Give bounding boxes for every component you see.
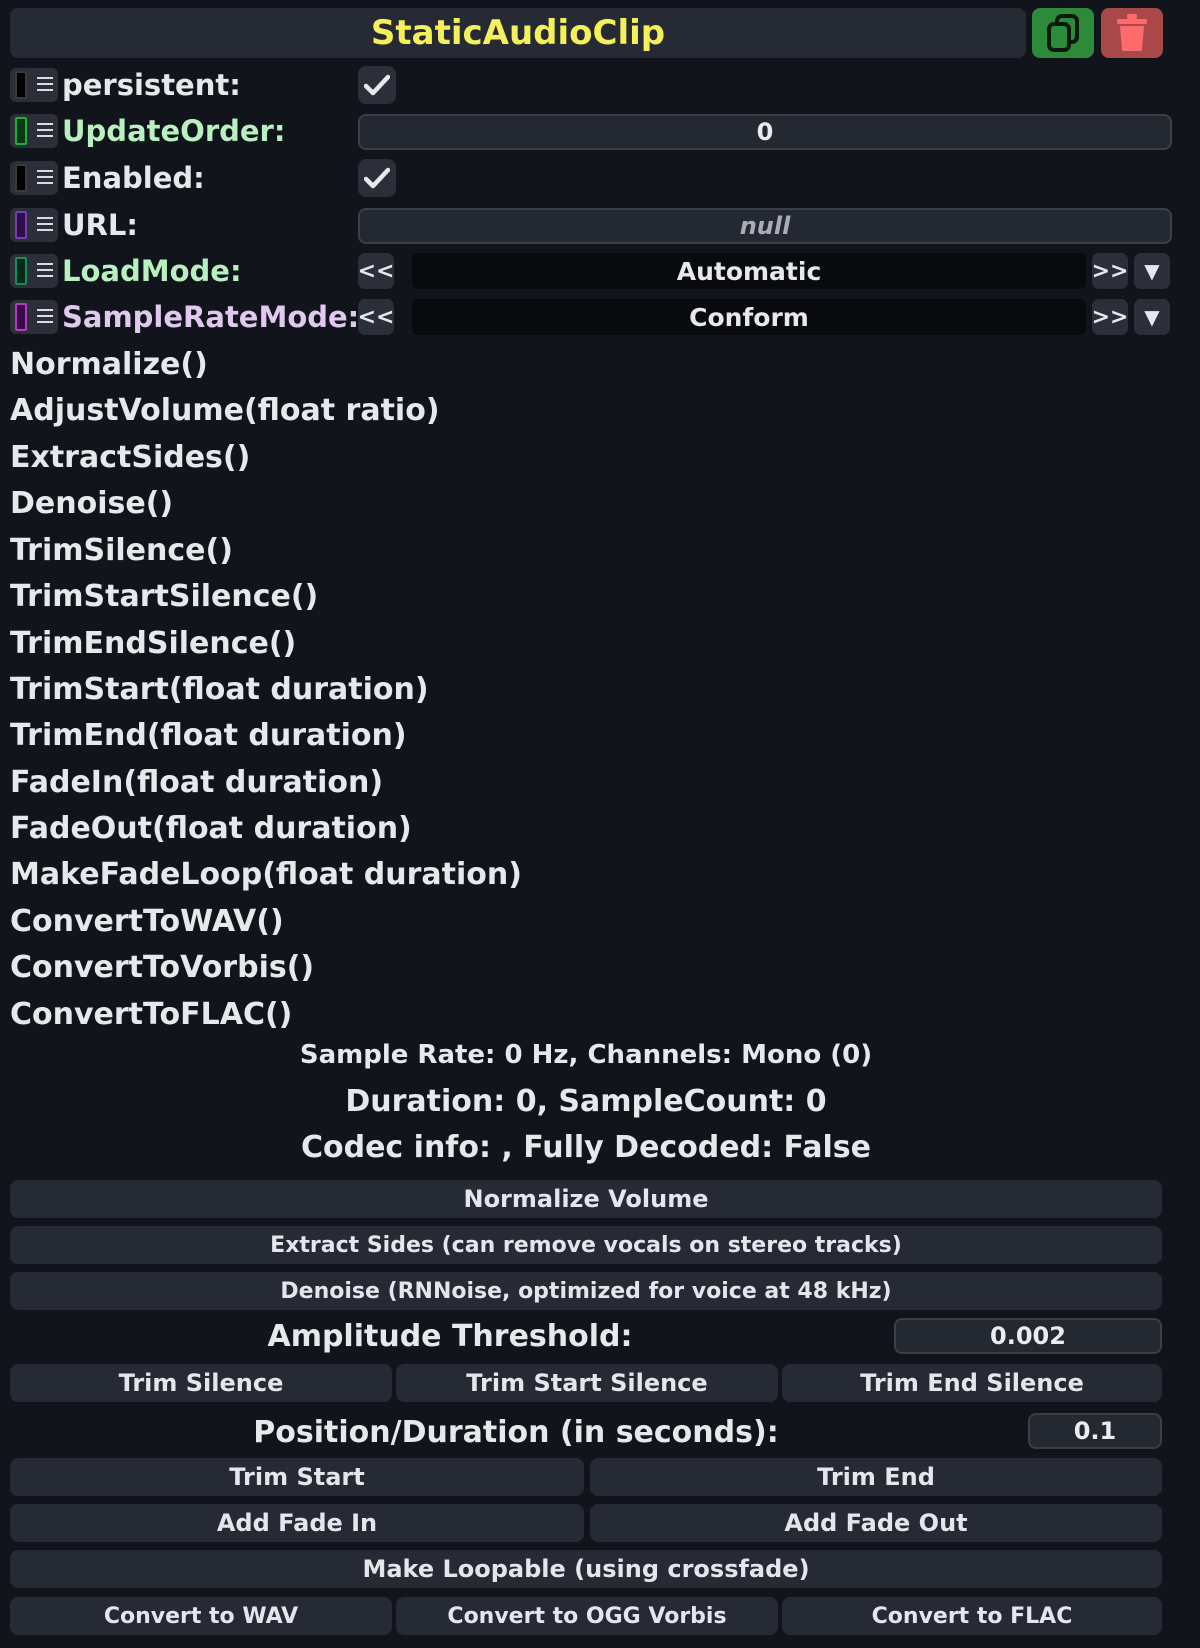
method-normalize[interactable]: Normalize()	[10, 344, 208, 384]
property-label: SampleRateMode:	[62, 300, 360, 334]
property-row-updateorder: UpdateOrder: 0	[10, 110, 1172, 152]
type-swatch	[15, 257, 27, 285]
amplitude-threshold-input[interactable]: 0.002	[894, 1318, 1162, 1354]
menu-icon	[37, 170, 53, 186]
method-denoise[interactable]: Denoise()	[10, 483, 173, 523]
property-row-persistent: persistent:	[10, 64, 1162, 106]
normalize-volume-button[interactable]: Normalize Volume	[10, 1180, 1162, 1218]
trim-end-button[interactable]: Trim End	[590, 1458, 1162, 1496]
delete-button[interactable]	[1101, 8, 1163, 58]
duplicate-button[interactable]	[1032, 8, 1094, 58]
method-extractsides[interactable]: ExtractSides()	[10, 437, 250, 477]
property-label: URL:	[62, 208, 138, 242]
method-fadeout[interactable]: FadeOut(float duration)	[10, 808, 412, 848]
property-label: Enabled:	[62, 161, 205, 195]
method-trimend[interactable]: TrimEnd(float duration)	[10, 715, 407, 755]
method-trimstartsilence[interactable]: TrimStartSilence()	[10, 576, 318, 616]
menu-icon	[37, 263, 53, 279]
menu-icon	[37, 123, 53, 139]
enabled-checkbox[interactable]	[358, 159, 396, 197]
info-duration: Duration: 0, SampleCount: 0	[345, 1084, 827, 1119]
sampleratemode-value[interactable]: Conform	[412, 299, 1086, 335]
copy-icon	[1047, 14, 1079, 52]
method-converttoflac[interactable]: ConvertToFLAC()	[10, 994, 292, 1034]
add-fade-out-button[interactable]: Add Fade Out	[590, 1504, 1162, 1542]
extract-sides-button[interactable]: Extract Sides (can remove vocals on ster…	[10, 1226, 1162, 1264]
add-fade-in-button[interactable]: Add Fade In	[10, 1504, 584, 1542]
position-duration-input[interactable]: 0.1	[1028, 1413, 1162, 1449]
checkmark-icon	[364, 74, 390, 96]
trash-icon	[1117, 14, 1147, 51]
position-duration-label: Position/Duration (in seconds):	[253, 1414, 779, 1450]
amplitude-threshold-label: Amplitude Threshold:	[267, 1318, 633, 1354]
drag-handle[interactable]	[10, 68, 58, 102]
url-input[interactable]: null	[358, 208, 1172, 244]
convert-flac-button[interactable]: Convert to FLAC	[782, 1597, 1162, 1635]
method-trimstart[interactable]: TrimStart(float duration)	[10, 669, 429, 709]
property-row-enabled: Enabled:	[10, 157, 1162, 199]
persistent-checkbox[interactable]	[358, 66, 396, 104]
property-label: persistent:	[62, 68, 241, 102]
info-codec: Codec info: , Fully Decoded: False	[300, 1130, 872, 1165]
convert-ogg-button[interactable]: Convert to OGG Vorbis	[396, 1597, 778, 1635]
loadmode-next-button[interactable]: >>	[1092, 253, 1128, 289]
loadmode-prev-button[interactable]: <<	[358, 253, 394, 289]
updateorder-input[interactable]: 0	[358, 114, 1172, 150]
method-fadein[interactable]: FadeIn(float duration)	[10, 762, 383, 802]
drag-handle[interactable]	[10, 254, 58, 288]
method-trimendsilence[interactable]: TrimEndSilence()	[10, 623, 296, 663]
method-converttowav[interactable]: ConvertToWAV()	[10, 901, 284, 941]
sampleratemode-dropdown-button[interactable]: ▼	[1134, 299, 1170, 335]
property-label: LoadMode:	[62, 254, 242, 288]
menu-icon	[37, 309, 53, 325]
property-row-loadmode: LoadMode: << Automatic >> ▼	[10, 250, 1170, 292]
trim-start-button[interactable]: Trim Start	[10, 1458, 584, 1496]
type-swatch	[15, 164, 27, 192]
drag-handle[interactable]	[10, 114, 58, 148]
denoise-button[interactable]: Denoise (RNNoise, optimized for voice at…	[10, 1272, 1162, 1310]
drag-handle[interactable]	[10, 300, 58, 334]
drag-handle[interactable]	[10, 161, 58, 195]
property-row-sampleratemode: SampleRateMode: << Conform >> ▼	[10, 296, 1170, 338]
trim-silence-button[interactable]: Trim Silence	[10, 1364, 392, 1402]
menu-icon	[37, 77, 53, 93]
method-makefadeloop[interactable]: MakeFadeLoop(float duration)	[10, 854, 522, 894]
trim-start-silence-button[interactable]: Trim Start Silence	[396, 1364, 778, 1402]
loadmode-value[interactable]: Automatic	[412, 253, 1086, 289]
convert-wav-button[interactable]: Convert to WAV	[10, 1597, 392, 1635]
type-swatch	[15, 303, 27, 331]
trim-end-silence-button[interactable]: Trim End Silence	[782, 1364, 1162, 1402]
sampleratemode-next-button[interactable]: >>	[1092, 299, 1128, 335]
property-row-url: URL: null	[10, 204, 1172, 246]
type-swatch	[15, 211, 27, 239]
make-loopable-button[interactable]: Make Loopable (using crossfade)	[10, 1550, 1162, 1588]
method-converttovorbis[interactable]: ConvertToVorbis()	[10, 947, 314, 987]
type-swatch	[15, 71, 27, 99]
sampleratemode-prev-button[interactable]: <<	[358, 299, 394, 335]
loadmode-dropdown-button[interactable]: ▼	[1134, 253, 1170, 289]
method-trimsilence[interactable]: TrimSilence()	[10, 530, 233, 570]
info-sample-rate: Sample Rate: 0 Hz, Channels: Mono (0)	[299, 1040, 873, 1070]
method-adjustvolume[interactable]: AdjustVolume(float ratio)	[10, 390, 440, 430]
drag-handle[interactable]	[10, 208, 58, 242]
property-label: UpdateOrder:	[62, 114, 286, 148]
menu-icon	[37, 217, 53, 233]
type-swatch	[15, 117, 27, 145]
checkmark-icon	[364, 167, 390, 189]
component-title: StaticAudioClip	[10, 8, 1026, 58]
